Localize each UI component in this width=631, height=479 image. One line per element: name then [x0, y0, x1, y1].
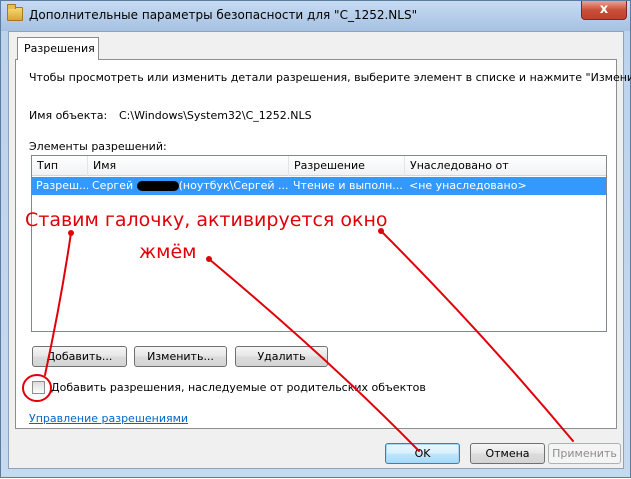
column-header-permission[interactable]: Разрешение	[289, 156, 405, 176]
cell-permission: Чтение и выполн...	[293, 179, 403, 192]
permissions-panel: Чтобы просмотреть или изменить детали ра…	[15, 59, 631, 429]
manage-permissions-link[interactable]: Управление разрешениями	[29, 412, 188, 425]
redacted-mark	[136, 181, 179, 191]
permissions-list[interactable]: Тип Имя Разрешение Унаследовано от Разре…	[31, 155, 607, 332]
edit-button[interactable]: Изменить...	[134, 346, 227, 367]
column-header-name[interactable]: Имя	[88, 156, 289, 176]
ok-button[interactable]: OK	[385, 443, 460, 464]
list-header: Тип Имя Разрешение Унаследовано от	[32, 156, 606, 176]
tab-permissions[interactable]: Разрешения	[17, 37, 99, 60]
dialog-window: Дополнительные параметры безопасности дл…	[0, 0, 631, 478]
entries-label: Элементы разрешений:	[29, 140, 167, 153]
close-icon: x	[599, 2, 609, 17]
remove-button[interactable]: Удалить	[235, 346, 328, 367]
inherit-checkbox[interactable]	[32, 381, 45, 394]
window-title: Дополнительные параметры безопасности дл…	[29, 8, 418, 22]
title-bar[interactable]: Дополнительные параметры безопасности дл…	[1, 1, 630, 31]
cancel-button[interactable]: Отмена	[470, 443, 545, 464]
cell-name-prefix: Сергей	[92, 179, 137, 192]
dialog-client: Разрешения Чтобы просмотреть или изменит…	[8, 31, 631, 469]
object-name-value: C:\Windows\System32\C_1252.NLS	[119, 109, 312, 122]
cell-name-suffix: (ноутбук\Сергей ...	[178, 179, 289, 192]
table-row[interactable]: Разреш... Сергей (ноутбук\Сергей ... Чте…	[32, 177, 606, 195]
tab-label: Разрешения	[24, 42, 95, 55]
apply-button[interactable]: Применить	[548, 443, 621, 464]
close-button[interactable]: x	[581, 1, 627, 20]
inherit-checkbox-label[interactable]: Добавить разрешения, наследуемые от роди…	[51, 381, 426, 394]
cell-name: Сергей (ноутбук\Сергей ...	[88, 177, 289, 195]
annotation-line-2: жмём	[139, 241, 197, 263]
column-header-inherited[interactable]: Унаследовано от	[405, 156, 606, 176]
column-header-type[interactable]: Тип	[32, 156, 88, 176]
cell-type: Разреш...	[36, 179, 88, 192]
folder-icon	[7, 4, 23, 21]
add-button[interactable]: Добавить...	[32, 346, 127, 367]
cell-inherited: <не унаследовано>	[409, 179, 527, 192]
object-name-label: Имя объекта:	[29, 109, 108, 122]
instruction-text: Чтобы просмотреть или изменить детали ра…	[29, 71, 631, 84]
annotation-line-1: Ставим галочку, активируется окно	[25, 209, 388, 231]
